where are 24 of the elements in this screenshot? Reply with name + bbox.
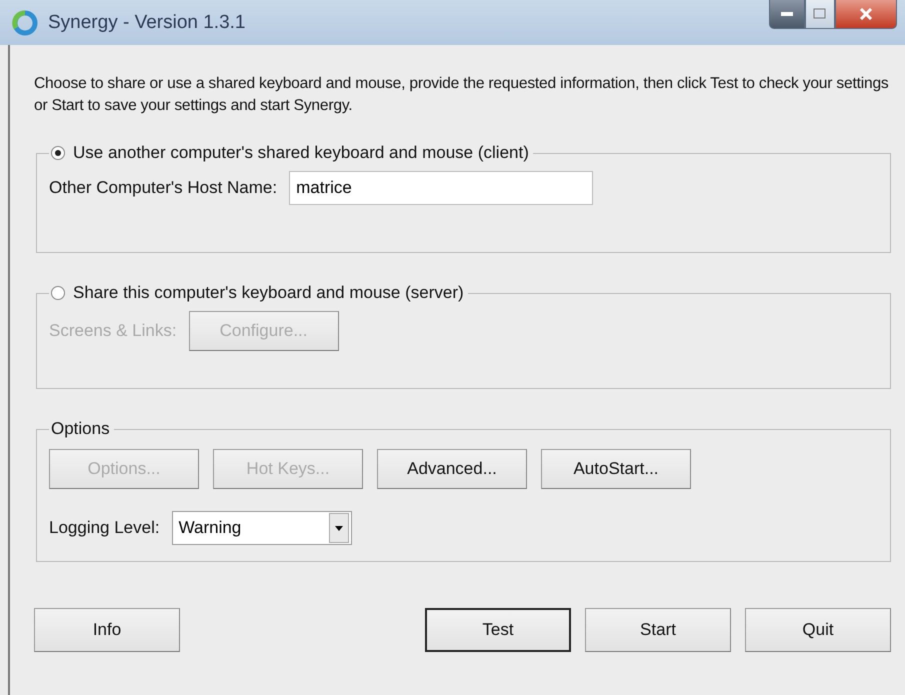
dialog-button[interactable]: Quit <box>745 608 891 652</box>
maximize-icon <box>813 8 827 20</box>
minimize-button[interactable] <box>769 0 805 29</box>
instructions-text: Choose to share or use a shared keyboard and mouse, provide the requested information, then click Test to check your settings or Start to save your settings and start Synergy. <box>34 74 890 116</box>
host-name-label: Other Computer's Host Name: <box>49 178 278 198</box>
client-radio[interactable]: Use another computer's shared keyboard and mouse (client) <box>51 143 529 163</box>
dialog-button[interactable]: Test <box>425 608 571 652</box>
dialog-button[interactable]: Start <box>585 608 731 652</box>
minimize-icon <box>780 11 794 17</box>
close-button[interactable] <box>835 0 897 29</box>
maximize-button[interactable] <box>805 0 835 29</box>
dropdown-arrow-icon <box>334 526 343 530</box>
close-icon <box>859 8 873 20</box>
options-group-title: Options <box>51 419 110 438</box>
logging-level-label: Logging Level: <box>49 518 160 538</box>
option-button[interactable]: Advanced... <box>377 449 527 489</box>
window-title: Synergy - Version 1.3.1 <box>48 12 246 34</box>
logging-level-dropdown[interactable]: Warning <box>172 511 352 545</box>
option-button[interactable]: AutoStart... <box>541 449 691 489</box>
screens-links-label: Screens & Links: <box>49 321 177 341</box>
server-radio[interactable]: Share this computer's keyboard and mouse (server) <box>51 283 464 303</box>
host-name-field[interactable]: matrice <box>289 171 594 205</box>
info-button[interactable]: Info <box>34 608 180 652</box>
app-logo-icon <box>12 10 38 36</box>
